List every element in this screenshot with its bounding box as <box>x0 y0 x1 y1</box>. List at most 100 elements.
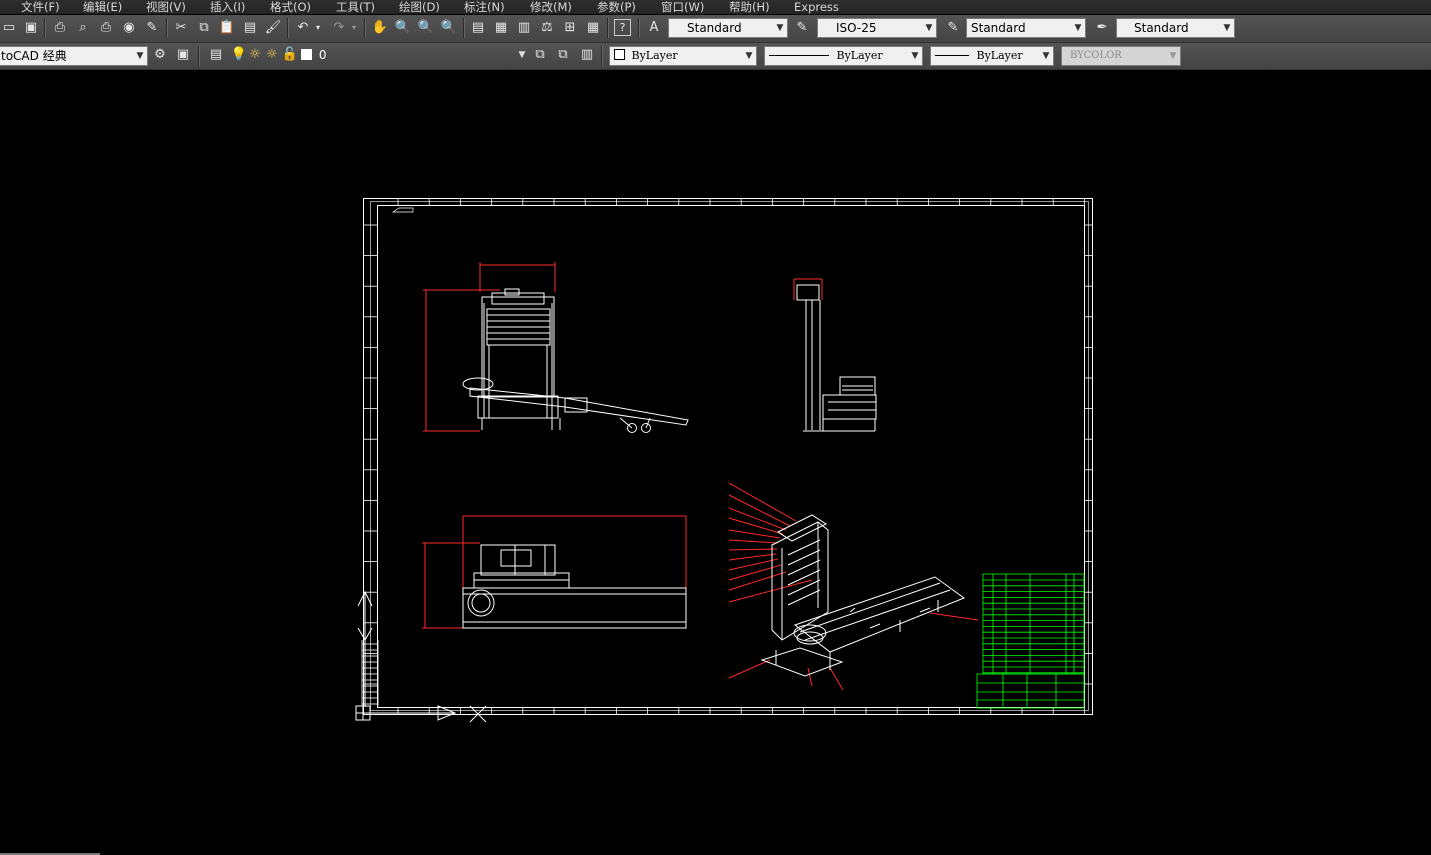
copy-icon[interactable]: ⧉ <box>195 19 213 37</box>
menu-format[interactable]: 格式(O) <box>270 0 311 14</box>
toolbar-separator <box>44 18 46 38</box>
lineweight-select[interactable]: ByLayer ▼ <box>930 46 1054 66</box>
toolbar-separator <box>198 46 200 66</box>
chevron-down-icon: ▼ <box>745 51 753 61</box>
menu-help[interactable]: 帮助(H) <box>729 0 770 14</box>
linetype-preview <box>769 55 829 56</box>
table-style-select[interactable]: Standard ▼ <box>966 18 1086 38</box>
toolbar-separator <box>638 18 640 38</box>
text-style-value: Standard <box>687 21 742 35</box>
table-style-icon[interactable]: ✎ <box>944 19 962 37</box>
dimension-style-value: ISO-25 <box>836 21 877 35</box>
menu-draw[interactable]: 绘图(D) <box>399 0 440 14</box>
multileader-style-icon[interactable]: ✒ <box>1093 19 1111 37</box>
make-object-layer-current-icon[interactable]: ⧉ <box>531 46 549 64</box>
cut-icon[interactable]: ✂ <box>172 19 190 37</box>
publish-icon[interactable]: ⎙ <box>97 19 115 37</box>
save-icon[interactable]: ▣ <box>22 19 40 37</box>
menu-express[interactable]: Express <box>794 0 839 14</box>
zoom-previous-icon[interactable]: 🔍 <box>440 19 458 37</box>
dimension-style-icon[interactable]: ✎ <box>793 19 811 37</box>
undo-dropdown-icon[interactable]: ▾ <box>312 19 324 37</box>
toolbar-separator <box>287 18 289 38</box>
match-properties-icon[interactable]: 🖌 <box>264 19 282 37</box>
chevron-down-icon: ▼ <box>1223 23 1231 33</box>
dimension-style-select[interactable]: ISO-25 ▼ <box>817 18 937 38</box>
properties-icon[interactable]: ▤ <box>469 19 487 37</box>
plot-style-select[interactable]: BYCOLOR ▼ <box>1061 46 1181 66</box>
layers-properties-toolbar: toCAD 经典 ▼ ⚙ ▣ ▤ 💡 ☼ ☼ 🔓 0 ▼ ⧉ ⧉ ▥ ByLay… <box>0 43 1431 70</box>
chevron-down-icon: ▼ <box>1169 51 1177 61</box>
menu-file[interactable]: 文件(F) <box>21 0 60 14</box>
linetype-select[interactable]: ByLayer ▼ <box>764 46 923 66</box>
menu-window[interactable]: 窗口(W) <box>661 0 704 14</box>
publish-web-icon[interactable]: ✎ <box>143 19 161 37</box>
chevron-down-icon: ▼ <box>925 23 933 33</box>
pan-icon[interactable]: ✋ <box>371 19 389 37</box>
markup-icon[interactable]: ⊞ <box>561 19 579 37</box>
workspace-select[interactable]: toCAD 经典 ▼ <box>0 46 148 66</box>
chevron-down-icon: ▼ <box>776 23 784 33</box>
multileader-style-value: Standard <box>1134 21 1189 35</box>
toolbar-separator <box>364 18 366 38</box>
text-style-select[interactable]: Standard ▼ <box>668 18 788 38</box>
chevron-down-icon: ▼ <box>911 51 919 61</box>
chevron-down-icon: ▼ <box>1074 23 1082 33</box>
tool-palettes-icon[interactable]: ▥ <box>515 19 533 37</box>
toolbar-separator <box>166 18 168 38</box>
open-icon[interactable]: ▭ <box>0 19 18 37</box>
help-icon[interactable]: ? <box>614 19 631 36</box>
menu-tools[interactable]: 工具(T) <box>336 0 375 14</box>
menu-edit[interactable]: 编辑(E) <box>83 0 122 14</box>
zoom-window-icon[interactable]: 🔍 <box>417 19 435 37</box>
redo-dropdown-icon[interactable]: ▾ <box>348 19 360 37</box>
linetype-value: ByLayer <box>836 49 883 62</box>
chevron-down-icon: ▼ <box>136 51 144 61</box>
sheet-set-icon[interactable]: ⚖ <box>538 19 556 37</box>
workspace-settings-icon[interactable]: ⚙ <box>151 46 169 64</box>
menu-insert[interactable]: 插入(I) <box>210 0 245 14</box>
model-space-canvas[interactable] <box>0 70 1431 855</box>
3d-dwf-icon[interactable]: ◉ <box>120 19 138 37</box>
workspace-customize-icon[interactable]: ▣ <box>174 46 192 64</box>
redo-icon[interactable]: ↷ <box>330 19 348 37</box>
chevron-down-icon: ▼ <box>518 50 526 60</box>
paste-icon[interactable]: 📋 <box>218 19 236 37</box>
layer-viewport-thaw-icon[interactable]: ☼ <box>263 46 281 64</box>
lineweight-preview <box>935 55 969 56</box>
standard-toolbar: ▭ ▣ ⎙ ⌕ ⎙ ◉ ✎ ✂ ⧉ 📋 ▤ 🖌 ↶ ▾ ↷ ▾ ✋ 🔍 🔍 🔍 … <box>0 15 1431 43</box>
color-select[interactable]: ByLayer ▼ <box>609 46 757 66</box>
block-icon[interactable]: ▤ <box>241 19 259 37</box>
menu-dimension[interactable]: 标注(N) <box>464 0 505 14</box>
menu-parametric[interactable]: 参数(P) <box>597 0 636 14</box>
plot-style-value: BYCOLOR <box>1070 50 1122 61</box>
layer-states-icon[interactable]: ▥ <box>578 46 596 64</box>
table-style-value: Standard <box>971 21 1026 35</box>
layer-properties-manager-icon[interactable]: ▤ <box>207 46 225 64</box>
workspace-value: toCAD 经典 <box>1 49 67 63</box>
calculator-icon[interactable]: ▦ <box>584 19 602 37</box>
design-center-icon[interactable]: ▦ <box>492 19 510 37</box>
print-preview-icon[interactable]: ⌕ <box>74 19 92 37</box>
menu-view[interactable]: 视图(V) <box>146 0 186 14</box>
menu-bar: 文件(F) 编辑(E) 视图(V) 插入(I) 格式(O) 工具(T) 绘图(D… <box>0 0 1431 14</box>
layer-thaw-icon[interactable]: ☼ <box>246 46 264 64</box>
print-icon[interactable]: ⎙ <box>51 19 69 37</box>
toolbar-separator <box>601 46 603 66</box>
lineweight-value: ByLayer <box>976 49 1023 62</box>
color-swatch <box>614 49 625 60</box>
multileader-style-select[interactable]: Standard ▼ <box>1116 18 1235 38</box>
toolbar-separator <box>607 18 609 38</box>
zoom-realtime-icon[interactable]: 🔍 <box>394 19 412 37</box>
layer-name: 0 <box>318 48 327 62</box>
layer-select[interactable]: 0 ▼ <box>297 46 529 66</box>
chevron-down-icon: ▼ <box>1042 51 1050 61</box>
menu-modify[interactable]: 修改(M) <box>530 0 572 14</box>
layer-color-swatch <box>301 49 312 60</box>
undo-icon[interactable]: ↶ <box>294 19 312 37</box>
text-style-icon[interactable]: A <box>645 19 663 37</box>
toolbar-separator <box>463 18 465 38</box>
canvas-background <box>0 70 1431 855</box>
layer-previous-icon[interactable]: ⧉ <box>554 46 572 64</box>
color-value: ByLayer <box>631 49 678 62</box>
